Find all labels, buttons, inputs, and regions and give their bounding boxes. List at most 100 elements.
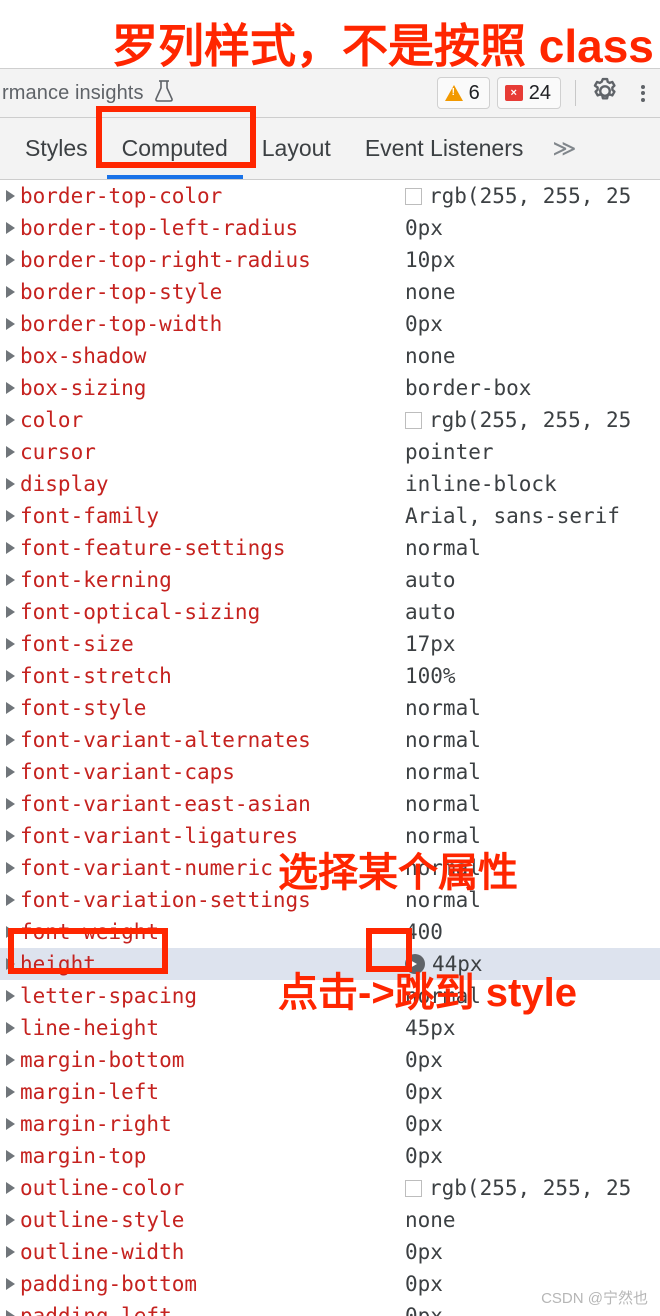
computed-property-row[interactable]: font-optical-sizing auto [0,596,660,628]
expand-triangle-icon[interactable] [0,1118,20,1130]
computed-property-row[interactable]: margin-right 0px [0,1108,660,1140]
property-value: normal [405,728,481,752]
expand-triangle-icon[interactable] [0,958,20,970]
property-name: height [20,952,96,976]
tab-event-listeners[interactable]: Event Listeners [348,118,541,179]
computed-property-row[interactable]: margin-top 0px [0,1140,660,1172]
expand-triangle-icon[interactable] [0,638,20,650]
computed-property-row[interactable]: box-sizing border-box [0,372,660,404]
computed-property-row[interactable]: margin-bottom 0px [0,1044,660,1076]
computed-property-row[interactable]: font-feature-settings normal [0,532,660,564]
expand-triangle-icon[interactable] [0,350,20,362]
computed-property-row[interactable]: font-kerning auto [0,564,660,596]
computed-properties-list[interactable]: border-top-color rgb(255, 255, 25 border-t… [0,180,660,1316]
expand-triangle-icon[interactable] [0,926,20,938]
property-value-cell: rgb(255, 255, 25 [405,1176,631,1200]
panel-tab-performance-insights[interactable]: rmance insights [2,82,144,105]
property-name: font-weight [20,920,160,944]
property-value-cell: 0px [405,1048,443,1072]
computed-property-row[interactable]: font-variant-numeric normal [0,852,660,884]
expand-triangle-icon[interactable] [0,414,20,426]
expand-triangle-icon[interactable] [0,766,20,778]
computed-property-row[interactable]: font-style normal [0,692,660,724]
expand-triangle-icon[interactable] [0,1214,20,1226]
computed-property-row[interactable]: display inline-block [0,468,660,500]
computed-property-row[interactable]: outline-color rgb(255, 255, 25 [0,1172,660,1204]
settings-button[interactable] [588,76,622,110]
expand-triangle-icon[interactable] [0,606,20,618]
computed-property-row[interactable]: font-variant-east-asian normal [0,788,660,820]
computed-property-row[interactable]: letter-spacing normal [0,980,660,1012]
computed-property-row[interactable]: cursor pointer [0,436,660,468]
expand-triangle-icon[interactable] [0,670,20,682]
expand-triangle-icon[interactable] [0,798,20,810]
expand-triangle-icon[interactable] [0,1150,20,1162]
property-name: outline-width [20,1240,185,1264]
expand-triangle-icon[interactable] [0,1246,20,1258]
expand-triangle-icon[interactable] [0,830,20,842]
color-swatch-icon[interactable] [405,411,422,429]
expand-triangle-icon[interactable] [0,222,20,234]
expand-triangle-icon[interactable] [0,1182,20,1194]
computed-property-row[interactable]: border-top-right-radius 10px [0,244,660,276]
expand-triangle-icon[interactable] [0,990,20,1002]
computed-property-row[interactable]: margin-left 0px [0,1076,660,1108]
computed-property-row[interactable]: font-variation-settings normal [0,884,660,916]
expand-triangle-icon[interactable] [0,190,20,202]
tab-layout[interactable]: Layout [245,118,348,179]
expand-triangle-icon[interactable] [0,382,20,394]
tab-overflow-chevron-icon[interactable]: ≫ [540,118,588,179]
computed-property-row[interactable]: font-variant-alternates normal [0,724,660,756]
expand-triangle-icon[interactable] [0,894,20,906]
expand-triangle-icon[interactable] [0,1278,20,1290]
property-value: 0px [405,1272,443,1296]
expand-triangle-icon[interactable] [0,542,20,554]
computed-property-row[interactable]: padding-left 0px [0,1300,660,1316]
computed-property-row[interactable]: font-family Arial, sans-serif [0,500,660,532]
goto-style-arrow-icon[interactable] [405,954,425,974]
expand-triangle-icon[interactable] [0,1022,20,1034]
tab-computed[interactable]: Computed [105,118,245,179]
computed-property-row[interactable]: font-weight 400 [0,916,660,948]
computed-property-row[interactable]: height 44px [0,948,660,980]
expand-triangle-icon[interactable] [0,254,20,266]
color-swatch-icon[interactable] [405,1179,422,1197]
expand-triangle-icon[interactable] [0,318,20,330]
property-value-cell: 0px [405,1080,443,1104]
error-counter-button[interactable]: × 24 [496,77,561,109]
computed-property-row[interactable]: font-size 17px [0,628,660,660]
expand-triangle-icon[interactable] [0,510,20,522]
property-name: font-optical-sizing [20,600,261,624]
computed-property-row[interactable]: font-stretch 100% [0,660,660,692]
property-name: font-variant-ligatures [20,824,299,848]
expand-triangle-icon[interactable] [0,446,20,458]
computed-property-row[interactable]: font-variant-caps normal [0,756,660,788]
computed-property-row[interactable]: line-height 45px [0,1012,660,1044]
expand-triangle-icon[interactable] [0,702,20,714]
expand-triangle-icon[interactable] [0,734,20,746]
expand-triangle-icon[interactable] [0,478,20,490]
property-name: border-top-style [20,280,223,304]
computed-property-row[interactable]: border-top-width 0px [0,308,660,340]
more-options-button[interactable] [626,76,660,110]
warning-count: 6 [468,81,480,104]
computed-property-row[interactable]: padding-bottom 0px [0,1268,660,1300]
computed-property-row[interactable]: box-shadow none [0,340,660,372]
warning-counter-button[interactable]: 6 [436,77,490,109]
expand-triangle-icon[interactable] [0,862,20,874]
property-value-cell: normal [405,856,481,880]
computed-property-row[interactable]: font-variant-ligatures normal [0,820,660,852]
expand-triangle-icon[interactable] [0,1054,20,1066]
expand-triangle-icon[interactable] [0,1086,20,1098]
computed-property-row[interactable]: outline-style none [0,1204,660,1236]
computed-property-row[interactable]: color rgb(255, 255, 25 [0,404,660,436]
expand-triangle-icon[interactable] [0,1310,20,1316]
tab-styles[interactable]: Styles [8,118,105,179]
computed-property-row[interactable]: border-top-style none [0,276,660,308]
computed-property-row[interactable]: outline-width 0px [0,1236,660,1268]
color-swatch-icon[interactable] [405,187,422,205]
expand-triangle-icon[interactable] [0,286,20,298]
computed-property-row[interactable]: border-top-left-radius 0px [0,212,660,244]
computed-property-row[interactable]: border-top-color rgb(255, 255, 25 [0,180,660,212]
expand-triangle-icon[interactable] [0,574,20,586]
